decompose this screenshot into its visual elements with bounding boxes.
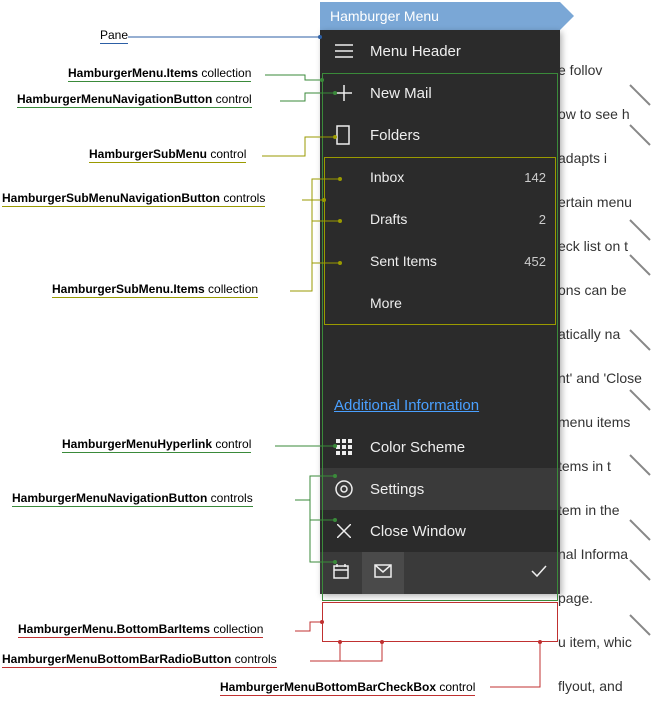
bottom-bar-check-button[interactable] [518,552,560,594]
callout-bottom-check: HamburgerMenuBottomBarCheckBox control [220,680,475,694]
check-icon [531,564,547,582]
callout-hyperlink: HamburgerMenuHyperlink control [62,437,251,451]
submenu-item-count: 2 [539,212,546,227]
submenu-item-more[interactable]: More [320,282,560,324]
callout-submenu: HamburgerSubMenu control [89,147,246,161]
submenu-item-label: More [370,295,546,311]
window-title: Hamburger Menu [320,2,560,30]
overlay-bottombar-box [322,602,558,642]
submenu-item-count: 452 [524,254,546,269]
folder-icon [334,125,354,145]
submenu-item-label: Inbox [370,169,524,185]
menu-item-settings[interactable]: Settings [320,468,560,510]
submenu-item-label: Sent Items [370,253,524,269]
title-text: Hamburger Menu [330,8,439,24]
menu-hyperlink[interactable]: Additional Information [320,384,560,426]
submenu-item-inbox[interactable]: Inbox 142 [320,156,560,198]
menu-item-label: Settings [370,481,546,498]
menu-hyperlink-label: Additional Information [334,397,479,414]
menu-header[interactable]: Menu Header [320,30,560,72]
menu-header-label: Menu Header [370,43,546,60]
menu-spacer [320,324,560,384]
menu-item-label: Color Scheme [370,439,546,456]
menu-item-label: Folders [370,127,546,144]
close-icon [334,521,354,541]
gear-icon [334,479,354,499]
menu-item-folders[interactable]: Folders [320,114,560,156]
submenu-item-label: Drafts [370,211,539,227]
grid-icon [334,437,354,457]
plus-icon [334,83,354,103]
bottom-bar-mail-button[interactable] [362,552,404,594]
background-document: e follov ow to see h adapts i ertain men… [558,60,648,701]
submenu-item-sent[interactable]: Sent Items 452 [320,240,560,282]
menu-item-label: New Mail [370,85,546,102]
callout-items: HamburgerMenu.Items collection [68,66,251,80]
menu-item-close-window[interactable]: Close Window [320,510,560,552]
menu-item-new-mail[interactable]: New Mail [320,72,560,114]
menu-item-color-scheme[interactable]: Color Scheme [320,426,560,468]
menu-item-label: Close Window [370,523,546,540]
submenu-item-drafts[interactable]: Drafts 2 [320,198,560,240]
callout-bottom-items: HamburgerMenu.BottomBarItems collection [18,622,263,636]
mail-icon [374,564,392,582]
callout-nav-buttons: HamburgerMenuNavigationButton controls [12,491,253,505]
callout-sub-items: HamburgerSubMenu.Items collection [52,282,258,296]
callout-nav-button: HamburgerMenuNavigationButton control [17,92,252,106]
callout-sub-nav-buttons: HamburgerSubMenuNavigationButton control… [2,191,265,205]
hamburger-menu-pane: Menu Header New Mail Folders Inbox 142 D… [320,30,560,594]
bottom-bar [320,552,560,594]
bottom-bar-calendar-button[interactable] [320,552,362,594]
calendar-icon [333,563,349,583]
callout-bottom-radio: HamburgerMenuBottomBarRadioButton contro… [2,652,277,666]
submenu-item-count: 142 [524,170,546,185]
hamburger-icon [334,41,354,61]
callout-pane: Pane [100,28,128,42]
